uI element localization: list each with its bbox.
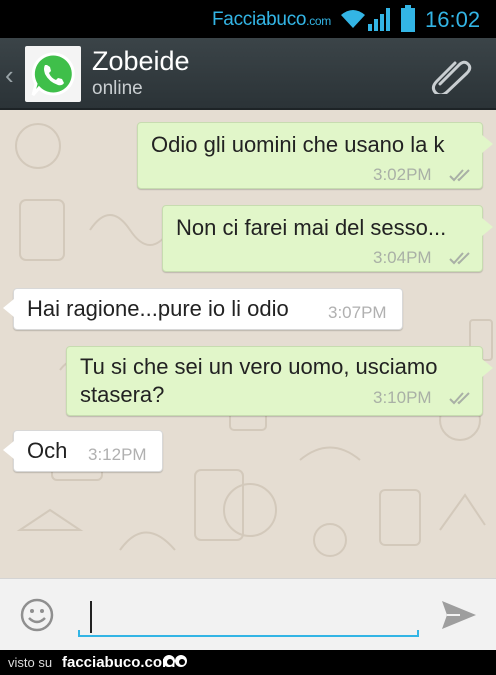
paperclip-icon[interactable] [431, 54, 473, 94]
message-bubble-incoming[interactable]: Och 3:12PM [3, 430, 163, 472]
message-text: Odio gli uomini che usano la k [151, 132, 445, 157]
bubble-tail [3, 441, 14, 459]
double-check-icon [449, 169, 470, 182]
message-text: Non ci farei mai del sesso... [176, 215, 447, 240]
message-bubble-outgoing[interactable]: Non ci farei mai del sesso... 3:04PM [162, 205, 493, 272]
text-cursor [90, 601, 92, 633]
message-bubble-incoming[interactable]: Hai ragione...pure io li odio 3:07PM [3, 288, 403, 330]
footer-watermark: visto su facciabuco.com [0, 650, 496, 675]
input-underline-edge [417, 630, 419, 637]
message-time: 3:10PM [373, 388, 432, 407]
contact-status: online [92, 78, 143, 99]
footer-visto-label: visto su [8, 655, 53, 670]
message-bubble-outgoing[interactable]: Odio gli uomini che usano la k 3:02PM [137, 122, 493, 189]
message-time: 3:07PM [328, 303, 387, 322]
footer-site-name: facciabuco.com [62, 654, 176, 671]
compose-bar [0, 578, 496, 650]
chevron-left-icon[interactable]: ‹ [5, 60, 14, 91]
bubble-tail [482, 135, 493, 153]
bubble-tail [3, 299, 14, 317]
signal-icon [368, 8, 390, 31]
message-time: 3:02PM [373, 165, 432, 184]
whatsapp-logo-icon [31, 52, 75, 96]
message-text: Hai ragione...pure io li odio [27, 296, 289, 321]
message-text: Och [27, 438, 68, 463]
message-time: 3:04PM [373, 248, 432, 267]
battery-icon [401, 5, 415, 32]
smiley-icon[interactable] [19, 597, 55, 633]
contact-name[interactable]: Zobeide [92, 46, 190, 77]
watermark-main: Facciabuco [212, 9, 307, 30]
watermark-suffix: .com [306, 14, 331, 28]
message-text-line1: Tu si che sei un vero uomo, usciamo [80, 354, 438, 379]
bubble-tail [482, 359, 493, 377]
conversation-header: ‹ Zobeide online [0, 38, 496, 110]
double-check-icon [449, 252, 470, 265]
watermark: Facciabuco.com [212, 9, 331, 31]
message-time: 3:12PM [88, 445, 147, 464]
message-input[interactable] [78, 593, 419, 637]
wifi-icon [341, 10, 365, 28]
eyes-icon [163, 655, 187, 667]
double-check-icon [449, 392, 470, 405]
contact-avatar[interactable] [25, 46, 81, 102]
status-bar: Facciabuco.com 16:02 [0, 0, 496, 38]
message-bubble-outgoing[interactable]: Tu si che sei un vero uomo, usciamo stas… [66, 346, 493, 416]
input-underline-edge [78, 630, 80, 637]
bubble-tail [482, 218, 493, 236]
send-icon[interactable] [440, 599, 478, 631]
message-text-line2: stasera? [80, 382, 165, 407]
message-list[interactable]: Odio gli uomini che usano la k 3:02PM No… [0, 110, 496, 578]
clock: 16:02 [425, 7, 481, 32]
